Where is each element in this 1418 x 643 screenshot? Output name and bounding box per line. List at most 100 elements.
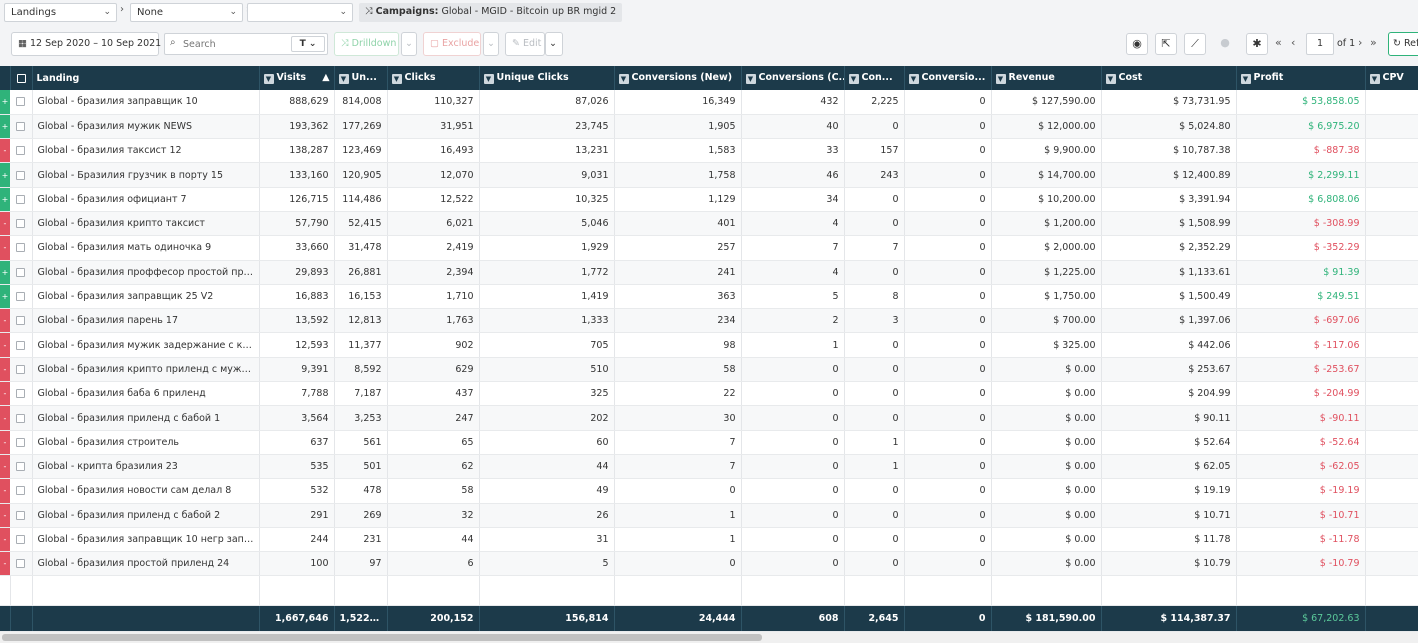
table-row[interactable]: - Global - бразилия строитель 637 561 65 60 7 0… [0,430,1418,455]
row-checkbox[interactable] [10,503,33,528]
filter-icon[interactable]: ▼ [1240,74,1251,84]
filter-icon[interactable]: ▼ [483,74,494,84]
landing-name-cell[interactable]: Global - бразилия крипто таксист [32,211,260,237]
prev-page-icon[interactable]: ‹ [1291,36,1295,49]
column-header-cpv[interactable]: ▼ CPV [1365,66,1418,90]
drilldown-dropdown-button[interactable]: ⌄ [401,32,417,56]
row-checkbox[interactable] [10,235,33,261]
landing-name-cell[interactable]: Global - бразилия заправщик 10 [32,90,260,115]
row-checkbox[interactable] [10,162,33,188]
grouping-select-2[interactable]: None ⌄ [130,3,243,22]
text-search-toggle[interactable]: T ⌄ [291,36,325,52]
table-row[interactable]: - Global - бразилия новости сам делал 8 53… [0,478,1418,504]
chart-icon[interactable]: ⟋ [1184,33,1206,55]
scrollbar-thumb[interactable] [2,634,762,641]
row-checkbox[interactable] [10,381,33,407]
table-row[interactable]: - Global - бразилия заправщик 10 негр зап… [0,527,1418,553]
landing-name-cell[interactable]: Global - бразилия мужик NEWS [32,114,260,140]
filter-icon[interactable]: ▼ [338,74,349,84]
edit-button[interactable]: ✎ Edit [505,32,545,56]
table-row[interactable]: - Global - крипта бразилия 23 535 501 62 44 7 0… [0,454,1418,480]
edit-dropdown-button[interactable]: ⌄ [545,32,563,56]
table-row[interactable]: + Global - бразилия заправщик 25 V2 16,883… [0,284,1418,310]
row-checkbox[interactable] [10,551,33,577]
landing-name-cell[interactable]: Global - крипта бразилия 23 [32,454,260,480]
table-row[interactable]: - Global - бразилия крипто приленд с мужи… [0,357,1418,383]
landing-name-cell[interactable]: Global - бразилия строитель [32,430,260,455]
exclude-dropdown-button[interactable]: ⌄ [483,32,499,56]
table-row[interactable]: - Global - бразилия мать одиночка 9 33,660… [0,235,1418,261]
table-row[interactable]: - Global - бразилия приленд с бабой 1 3,56… [0,405,1418,431]
filter-icon[interactable]: ▼ [1105,74,1116,84]
export-icon[interactable]: ⇱ [1155,33,1177,55]
row-checkbox[interactable] [10,284,33,310]
landing-name-cell[interactable]: Global - бразилия мужик задержание с кал… [32,332,260,358]
date-range-picker[interactable]: ▦ 12 Sep 2020 – 10 Sep 2021 ⌄ [11,32,172,56]
column-header-conversio[interactable]: ▼ Conversio... [904,66,992,90]
table-row[interactable]: - Global - бразилия баба 6 приленд 7,788 7,… [0,381,1418,407]
horizontal-scrollbar[interactable] [0,632,1418,643]
table-row[interactable]: - Global - бразилия приленд с бабой 2 291 2… [0,503,1418,528]
filter-icon[interactable]: ▼ [391,74,402,84]
filter-icon[interactable]: ▼ [745,74,756,84]
page-number-input[interactable]: 1 [1306,33,1334,55]
table-row[interactable]: - Global - бразилия таксист 12 138,287 123,… [0,138,1418,164]
column-header-conversions-new[interactable]: ▼ Conversions (New) [614,66,742,90]
exclude-button[interactable]: ▢ Exclude [423,32,481,56]
column-header-revenue[interactable]: ▼ Revenue [991,66,1102,90]
table-row[interactable]: + Global - бразилия заправщик 10 888,629 81… [0,90,1418,115]
landing-name-cell[interactable]: Global - бразилия мать одиночка 9 [32,235,260,261]
landing-name-cell[interactable]: Global - бразилия парень 17 [32,308,260,334]
table-row[interactable]: - Global - бразилия мужик задержание с ка… [0,332,1418,358]
column-header-visits[interactable]: ▼ Visits ▲ [259,66,335,90]
landing-name-cell[interactable]: Global - Бразилия грузчик в порту 15 [32,162,260,188]
landing-name-cell[interactable]: Global - бразилия баба 6 приленд [32,381,260,407]
column-header-unique-visits[interactable]: ▼ Un... [334,66,388,90]
column-header-landing[interactable]: Landing [32,66,260,90]
row-checkbox[interactable] [10,187,33,212]
table-row[interactable]: + Global - бразилия проффесор простой при… [0,260,1418,285]
filter-icon[interactable]: ▼ [995,74,1006,84]
landing-name-cell[interactable]: Global - бразилия проффесор простой прил… [32,260,260,285]
column-header-conversions-c[interactable]: ▼ Conversions (C... [741,66,845,90]
next-page-icon[interactable]: › [1358,36,1362,49]
grouping-select-3[interactable]: ⌄ [247,3,353,22]
landing-name-cell[interactable]: Global - бразилия новости сам делал 8 [32,478,260,504]
row-checkbox[interactable] [10,430,33,455]
refresh-button[interactable]: ↻ Ref [1388,32,1418,56]
table-row[interactable]: + Global - бразилия мужик NEWS 193,362 177,… [0,114,1418,140]
row-checkbox[interactable] [10,260,33,285]
row-checkbox[interactable] [10,405,33,431]
table-row[interactable]: - Global - бразилия парень 17 13,592 12,813… [0,308,1418,334]
select-all-checkbox[interactable] [10,66,33,90]
row-checkbox[interactable] [10,211,33,237]
column-header-unique-clicks[interactable]: ▼ Unique Clicks [479,66,615,90]
table-row[interactable]: - Global - бразилия простой приленд 24 100… [0,551,1418,577]
row-checkbox[interactable] [10,138,33,164]
column-header-cost[interactable]: ▼ Cost [1101,66,1237,90]
first-page-icon[interactable]: « [1275,36,1282,49]
table-row[interactable]: + Global - бразилия официант 7 126,715 114,… [0,187,1418,212]
row-checkbox[interactable] [10,454,33,480]
column-header-clicks[interactable]: ▼ Clicks [387,66,480,90]
landing-name-cell[interactable]: Global - бразилия крипто приленд с мужик… [32,357,260,383]
row-checkbox[interactable] [10,332,33,358]
row-checkbox[interactable] [10,527,33,553]
filter-icon[interactable]: ▼ [618,74,629,84]
drilldown-button[interactable]: ⤨ Drilldown [334,32,399,56]
filter-icon[interactable]: ▼ [263,74,274,84]
row-checkbox[interactable] [10,357,33,383]
row-checkbox[interactable] [10,90,33,115]
landing-name-cell[interactable]: Global - бразилия таксист 12 [32,138,260,164]
last-page-icon[interactable]: » [1370,36,1377,49]
eye-icon[interactable]: ◉ [1126,33,1148,55]
landing-name-cell[interactable]: Global - бразилия простой приленд 24 [32,551,260,577]
search-input[interactable] [183,36,283,52]
column-header-con[interactable]: ▼ Con... [844,66,905,90]
gear-icon[interactable]: ✱ [1246,33,1268,55]
comment-icon[interactable]: ● [1214,33,1236,55]
column-header-profit[interactable]: ▼ Profit [1236,66,1366,90]
grouping-select-1[interactable]: Landings ⌄ [4,3,117,22]
row-checkbox[interactable] [10,114,33,140]
row-checkbox[interactable] [10,478,33,504]
